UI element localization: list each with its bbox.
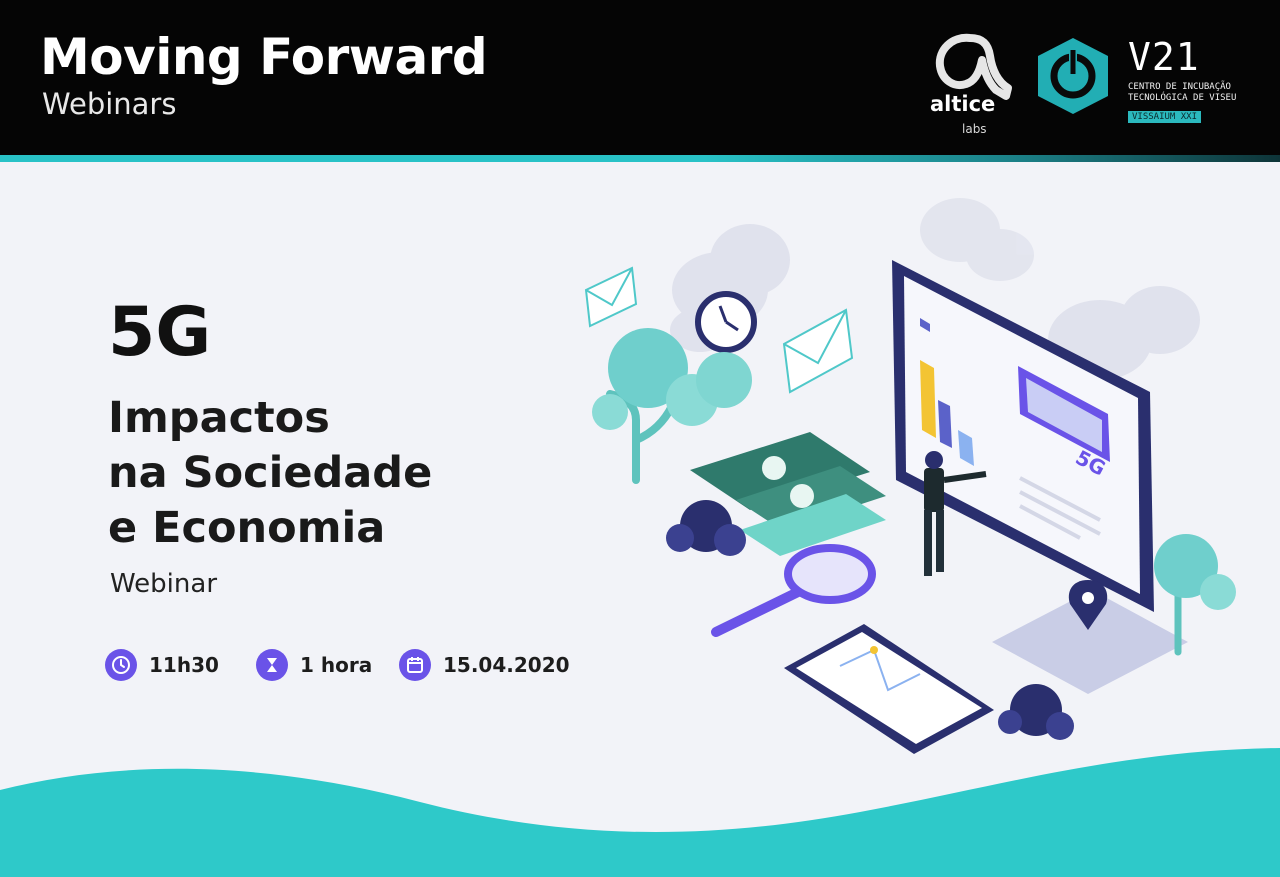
series-subtitle: Webinars xyxy=(42,87,177,121)
bush-left xyxy=(666,500,746,556)
event-headline: 5G xyxy=(108,293,212,372)
event-duration-text: 1 hora xyxy=(300,653,373,677)
location-pin-icon xyxy=(992,580,1188,694)
event-subtitle-line-2: na Sociedade xyxy=(108,448,433,498)
envelope-icon xyxy=(584,266,638,328)
event-time: 11h30 xyxy=(105,648,219,682)
digital-economy-illustration: 5G xyxy=(584,198,1236,754)
teal-wave-footer xyxy=(0,748,1280,877)
header-accent-line xyxy=(0,155,1280,162)
clock-icon xyxy=(695,291,757,353)
event-subtitle-line-3: e Economia xyxy=(108,503,386,553)
v21-tag: VISSAIUM XXI xyxy=(1128,111,1202,123)
envelope-icon xyxy=(782,308,854,394)
altice-labs-text: labs xyxy=(962,122,987,136)
series-title: Moving Forward xyxy=(40,28,488,86)
magnifier-icon xyxy=(711,544,876,637)
v21-wordmark: V21 xyxy=(1128,35,1200,79)
altice-wordmark: altice xyxy=(930,92,996,116)
v21-power-logo xyxy=(1038,38,1108,114)
event-time-text: 11h30 xyxy=(149,653,219,677)
clock-icon xyxy=(105,649,137,681)
event-duration: 1 hora xyxy=(256,648,372,682)
event-kind: Webinar xyxy=(110,569,218,599)
calendar-icon xyxy=(399,649,431,681)
event-subtitle-line-1: Impactos xyxy=(108,393,330,443)
v21-description: CENTRO DE INCUBAÇÃO TECNOLÓGICA DE VISEU xyxy=(1128,82,1237,103)
hourglass-icon xyxy=(256,649,288,681)
